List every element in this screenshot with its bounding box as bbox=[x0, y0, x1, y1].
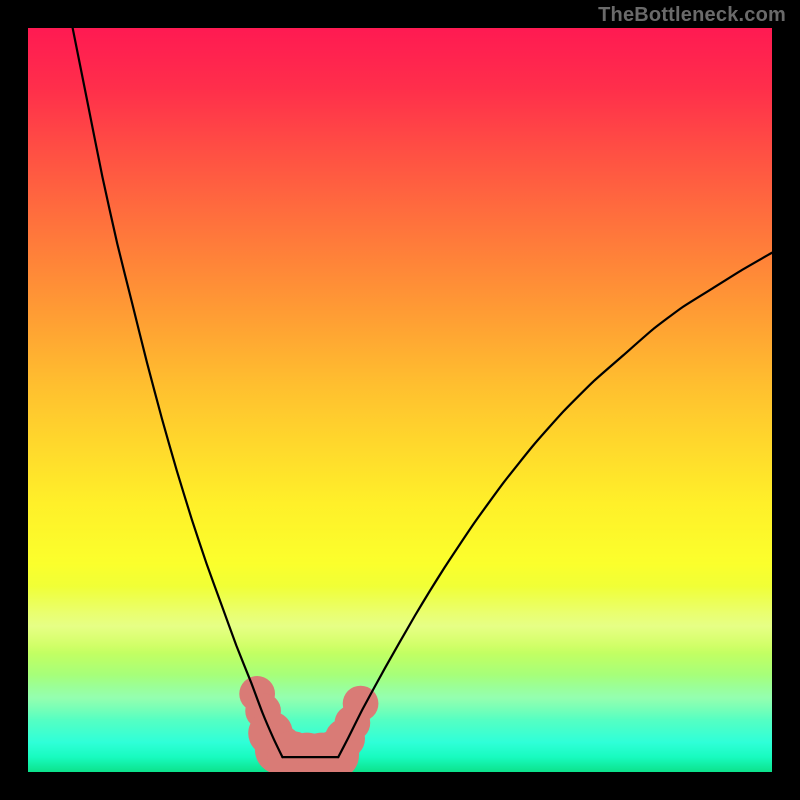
curve-right bbox=[338, 253, 772, 757]
curve-layer bbox=[28, 28, 772, 772]
chart-frame: TheBottleneck.com bbox=[0, 0, 800, 800]
plot-area bbox=[28, 28, 772, 772]
curve-left bbox=[73, 28, 283, 757]
watermark-text: TheBottleneck.com bbox=[598, 4, 786, 27]
